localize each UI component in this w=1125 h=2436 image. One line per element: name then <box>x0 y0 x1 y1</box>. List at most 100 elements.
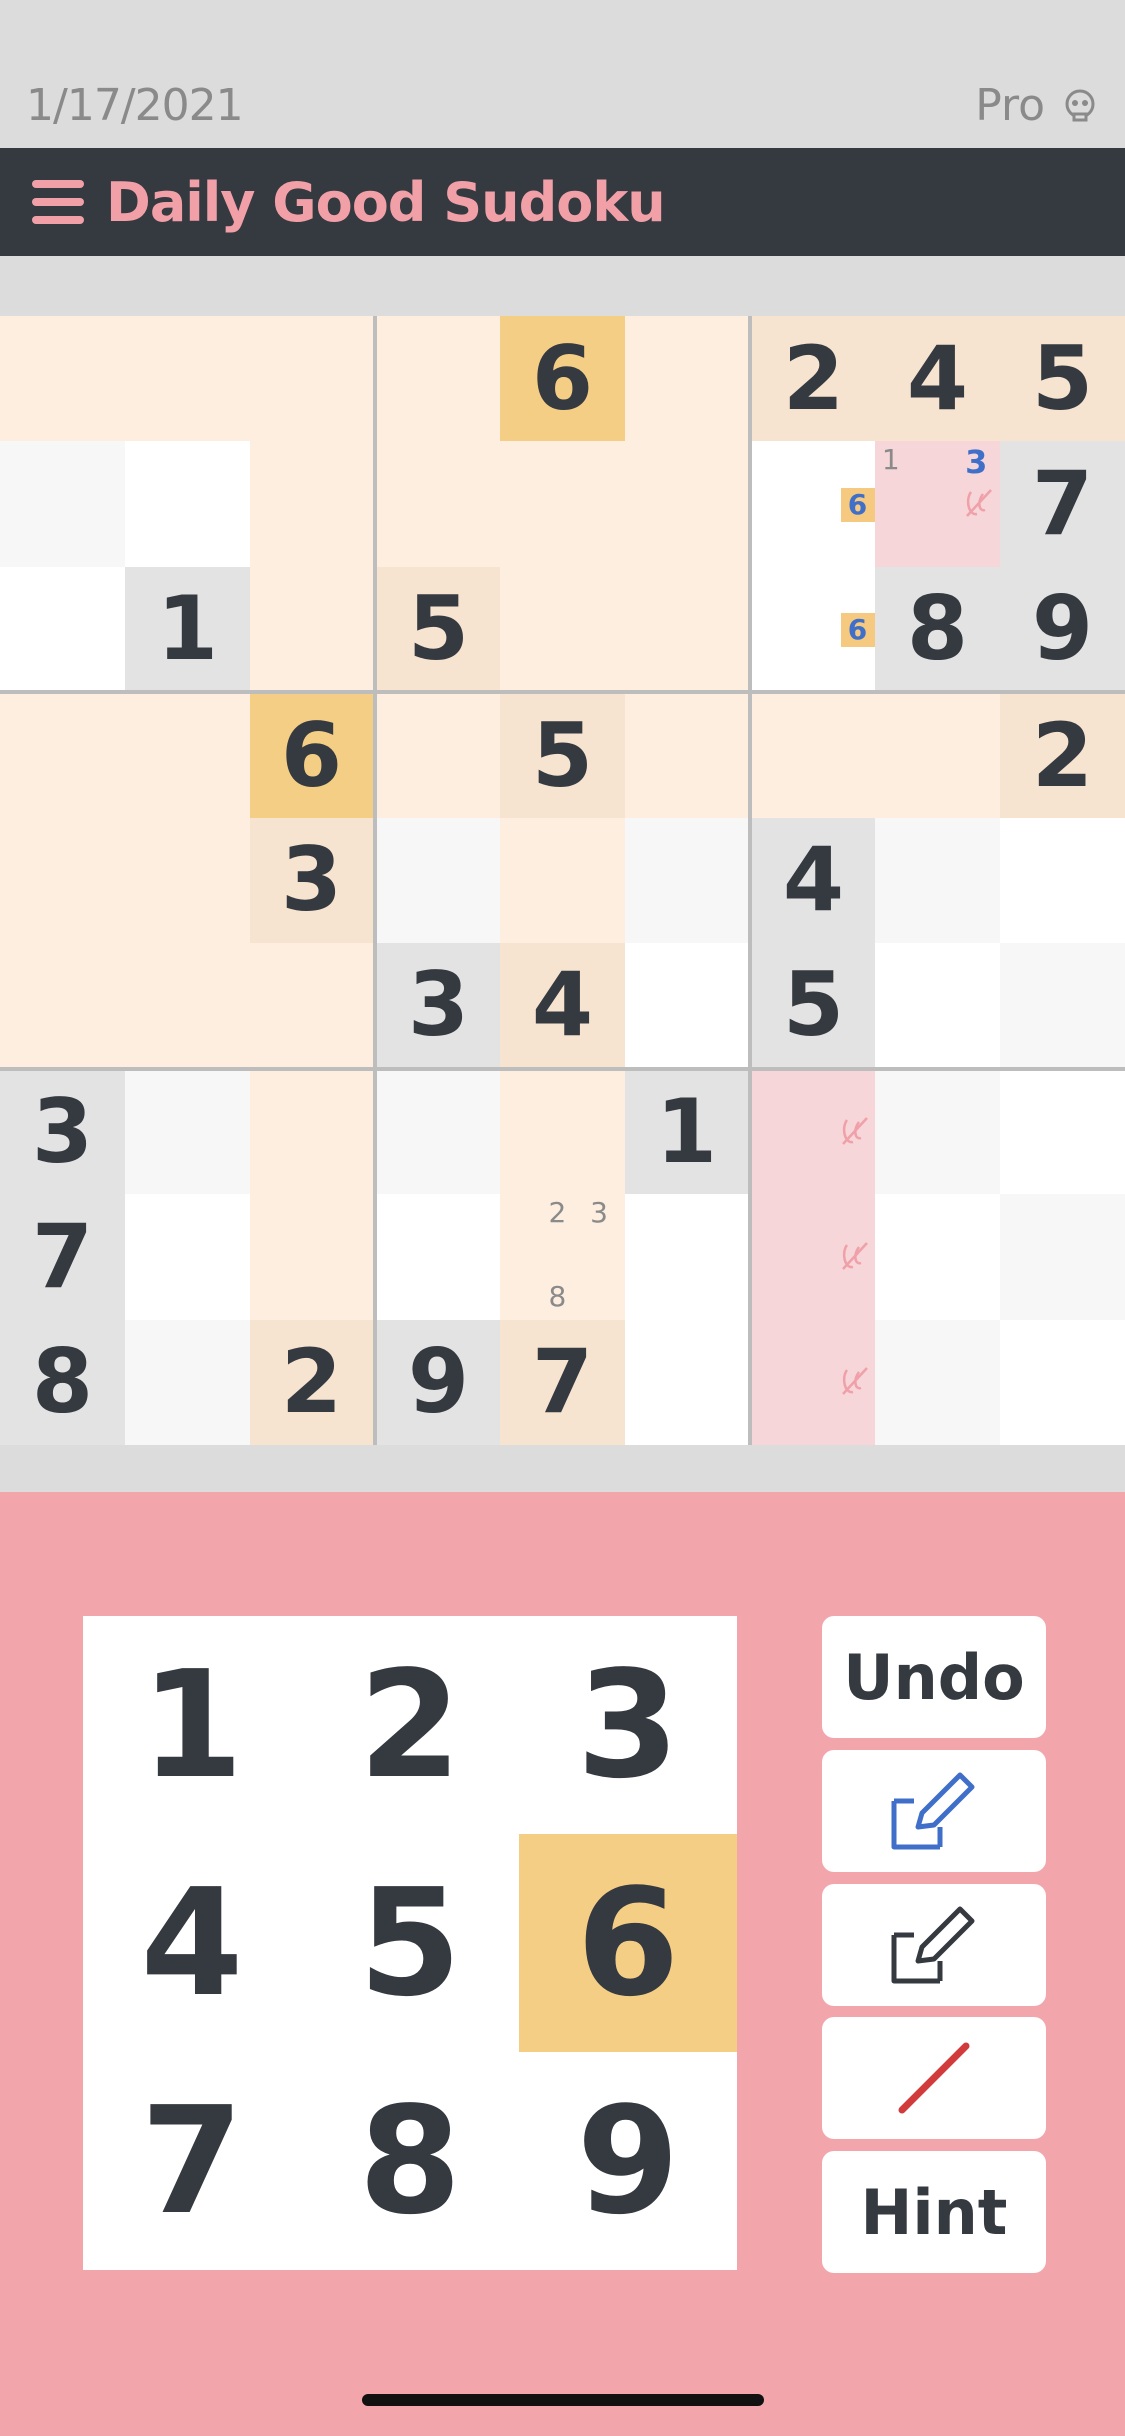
board-cell[interactable] <box>875 1070 1000 1195</box>
board-cell[interactable]: 1 <box>625 1070 748 1195</box>
board-cell[interactable]: 5 <box>752 943 875 1067</box>
board-cell[interactable]: 6 <box>752 566 875 691</box>
board-cell[interactable] <box>625 694 748 818</box>
cell-value: 5 <box>782 952 845 1056</box>
board-cell[interactable]: 4 <box>752 817 875 944</box>
board-cell[interactable] <box>1000 1194 1125 1320</box>
board-cell[interactable] <box>250 316 373 442</box>
board-cell[interactable] <box>625 441 748 567</box>
board-cell[interactable] <box>250 441 373 567</box>
board-cell[interactable] <box>125 1194 250 1320</box>
board-cell[interactable] <box>875 1319 1000 1445</box>
cell-value: 9 <box>1031 576 1094 680</box>
board-cell[interactable] <box>0 694 125 818</box>
board-cell[interactable]: 13 <box>875 441 1000 567</box>
undo-button[interactable]: Undo <box>822 1616 1046 1738</box>
board-cell[interactable]: 3 <box>250 817 373 944</box>
board-cell[interactable] <box>752 1319 875 1445</box>
board-cell[interactable]: 4 <box>875 316 1000 442</box>
board-cell[interactable]: 2 <box>1000 694 1125 818</box>
board-cell[interactable]: 7 <box>500 1319 625 1445</box>
board-cell[interactable] <box>0 316 125 442</box>
board-cell[interactable] <box>250 1194 373 1320</box>
board-cell[interactable] <box>752 694 875 818</box>
board-cell[interactable] <box>1000 943 1125 1067</box>
board-cell[interactable] <box>875 817 1000 944</box>
board-cell[interactable]: 1 <box>125 566 250 691</box>
board-cell[interactable] <box>377 1194 500 1320</box>
number-key[interactable]: 2 <box>301 1616 519 1834</box>
hamburger-icon[interactable] <box>32 180 84 224</box>
board-cell[interactable] <box>125 316 250 442</box>
board-cell[interactable]: 2 <box>752 316 875 442</box>
hint-button[interactable]: Hint <box>822 2151 1046 2273</box>
notes-mode-button[interactable] <box>822 1750 1046 1872</box>
board-cell[interactable] <box>625 566 748 691</box>
board-cell[interactable] <box>377 441 500 567</box>
board-cell[interactable] <box>1000 1070 1125 1195</box>
board-cell[interactable] <box>752 1070 875 1195</box>
board-cell[interactable] <box>250 1070 373 1195</box>
board-cell[interactable] <box>377 1070 500 1195</box>
board-cell[interactable] <box>875 1194 1000 1320</box>
board-cell[interactable]: 4 <box>500 943 625 1067</box>
board-cell[interactable] <box>0 943 125 1067</box>
board-cell[interactable]: 7 <box>1000 441 1125 567</box>
board-cell[interactable]: 6 <box>752 441 875 567</box>
number-key[interactable]: 8 <box>301 2052 519 2270</box>
board-cell[interactable] <box>625 316 748 442</box>
board-cell[interactable] <box>500 1070 625 1195</box>
board-cell[interactable]: 8 <box>875 566 1000 691</box>
board-cell[interactable] <box>377 817 500 944</box>
board-cell[interactable]: 5 <box>377 566 500 691</box>
board-cell[interactable]: 7 <box>0 1194 125 1320</box>
board-cell[interactable] <box>250 566 373 691</box>
board-cell[interactable] <box>1000 817 1125 944</box>
board-cell[interactable]: 8 <box>0 1319 125 1445</box>
board-cell[interactable] <box>625 1194 748 1320</box>
number-key[interactable]: 5 <box>301 1834 519 2052</box>
board-cell[interactable] <box>250 943 373 1067</box>
board-cell[interactable] <box>125 943 250 1067</box>
board-cell[interactable] <box>1000 1319 1125 1445</box>
board-cell[interactable] <box>500 566 625 691</box>
board-cell[interactable]: 3 <box>0 1070 125 1195</box>
board-cell[interactable] <box>625 1319 748 1445</box>
board-cell[interactable] <box>500 817 625 944</box>
cross-out-button[interactable] <box>822 2017 1046 2139</box>
board-cell[interactable] <box>0 817 125 944</box>
number-key[interactable]: 4 <box>83 1834 301 2052</box>
board-cell[interactable] <box>125 1319 250 1445</box>
board-cell[interactable] <box>0 441 125 567</box>
number-key[interactable]: 1 <box>83 1616 301 1834</box>
board-cell[interactable] <box>875 943 1000 1067</box>
board-cell[interactable] <box>125 441 250 567</box>
board-cell[interactable]: 5 <box>500 694 625 818</box>
number-key[interactable]: 9 <box>519 2052 737 2270</box>
board-cell[interactable] <box>625 943 748 1067</box>
edit-button[interactable] <box>822 1884 1046 2006</box>
board-cell[interactable]: 6 <box>500 316 625 442</box>
number-key[interactable]: 7 <box>83 2052 301 2270</box>
board-cell[interactable] <box>125 1070 250 1195</box>
board-cell[interactable] <box>875 694 1000 818</box>
board-cell[interactable]: 9 <box>377 1319 500 1445</box>
cell-value: 7 <box>31 1204 94 1308</box>
board-cell[interactable]: 2 <box>250 1319 373 1445</box>
pro-status[interactable]: Pro <box>975 80 1097 131</box>
board-cell[interactable] <box>500 441 625 567</box>
board-cell[interactable] <box>125 817 250 944</box>
board-cell[interactable] <box>125 694 250 818</box>
board-cell[interactable]: 6 <box>250 694 373 818</box>
board-cell[interactable]: 5 <box>1000 316 1125 442</box>
board-cell[interactable] <box>625 817 748 944</box>
board-cell[interactable] <box>377 316 500 442</box>
number-key[interactable]: 6 <box>519 1834 737 2052</box>
board-cell[interactable] <box>0 566 125 691</box>
board-cell[interactable]: 23 8 <box>500 1194 625 1320</box>
board-cell[interactable] <box>377 694 500 818</box>
board-cell[interactable]: 3 <box>377 943 500 1067</box>
number-key[interactable]: 3 <box>519 1616 737 1834</box>
board-cell[interactable] <box>752 1194 875 1320</box>
board-cell[interactable]: 9 <box>1000 566 1125 691</box>
